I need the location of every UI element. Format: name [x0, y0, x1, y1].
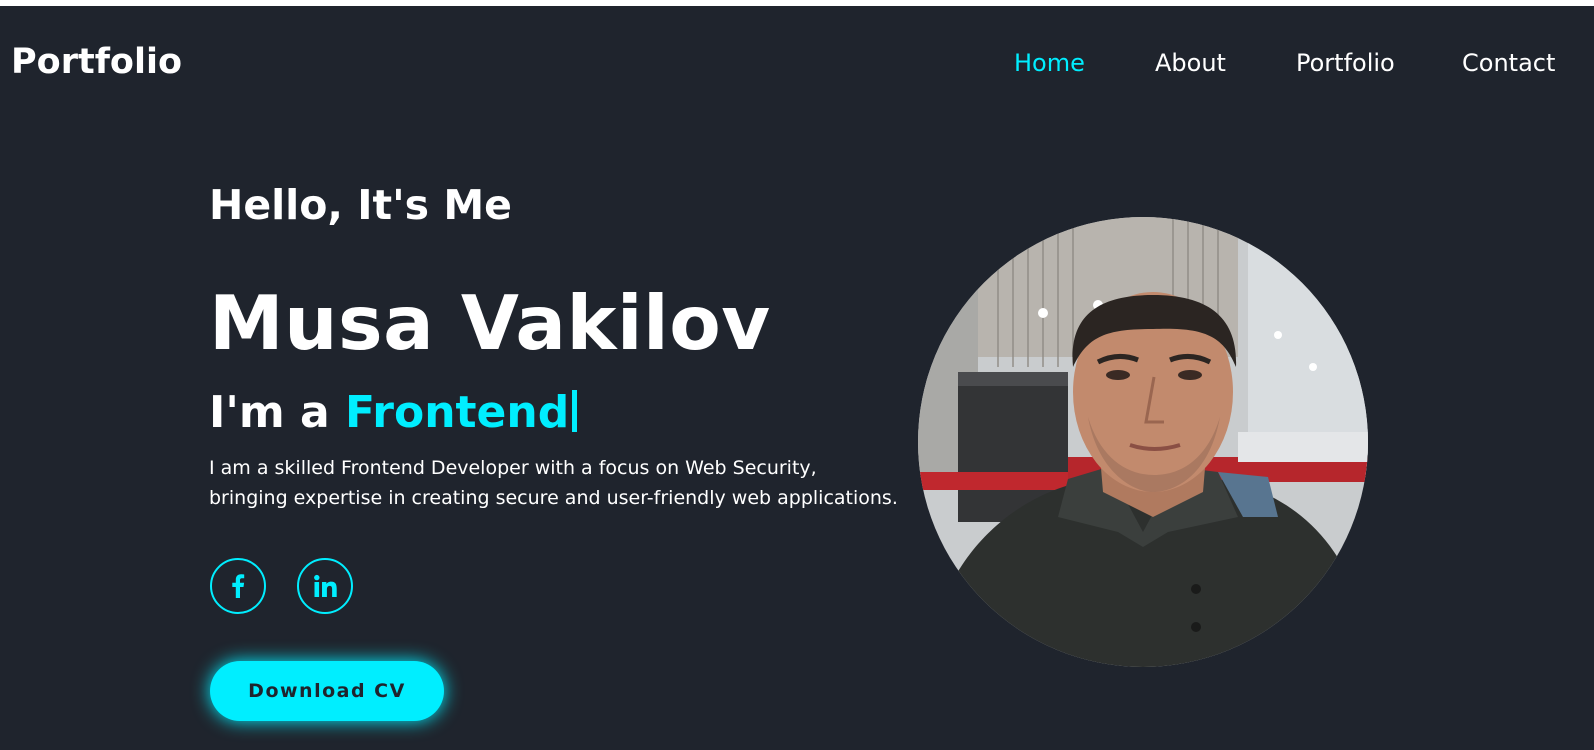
hero-greeting: Hello, It's Me: [209, 181, 512, 229]
nav-link-contact[interactable]: Contact: [1462, 48, 1555, 78]
linkedin-icon: [313, 574, 337, 598]
linkedin-link[interactable]: [297, 558, 353, 614]
hero-name: Musa Vakilov: [209, 279, 771, 367]
download-cv-button[interactable]: Download CV: [210, 661, 444, 721]
logo[interactable]: Portfolio: [11, 41, 182, 83]
facebook-icon: [231, 574, 245, 598]
hero-description-line-1: I am a skilled Frontend Developer with a…: [209, 457, 817, 479]
role-typed-text: Frontend: [345, 387, 570, 438]
hero-description-line-2: bringing expertise in creating secure an…: [209, 487, 898, 509]
hero-role: I'm a Frontend: [209, 386, 578, 440]
hero-description: I am a skilled Frontend Developer with a…: [209, 453, 929, 513]
role-prefix: I'm a: [209, 387, 346, 438]
nav-link-home[interactable]: Home: [1014, 48, 1085, 78]
typing-caret: [572, 390, 578, 432]
profile-photo: [918, 217, 1368, 667]
nav-link-portfolio[interactable]: Portfolio: [1296, 48, 1395, 78]
nav-link-about[interactable]: About: [1155, 48, 1226, 78]
navbar: Portfolio Home About Portfolio Contact: [0, 6, 1594, 116]
facebook-link[interactable]: [210, 558, 266, 614]
